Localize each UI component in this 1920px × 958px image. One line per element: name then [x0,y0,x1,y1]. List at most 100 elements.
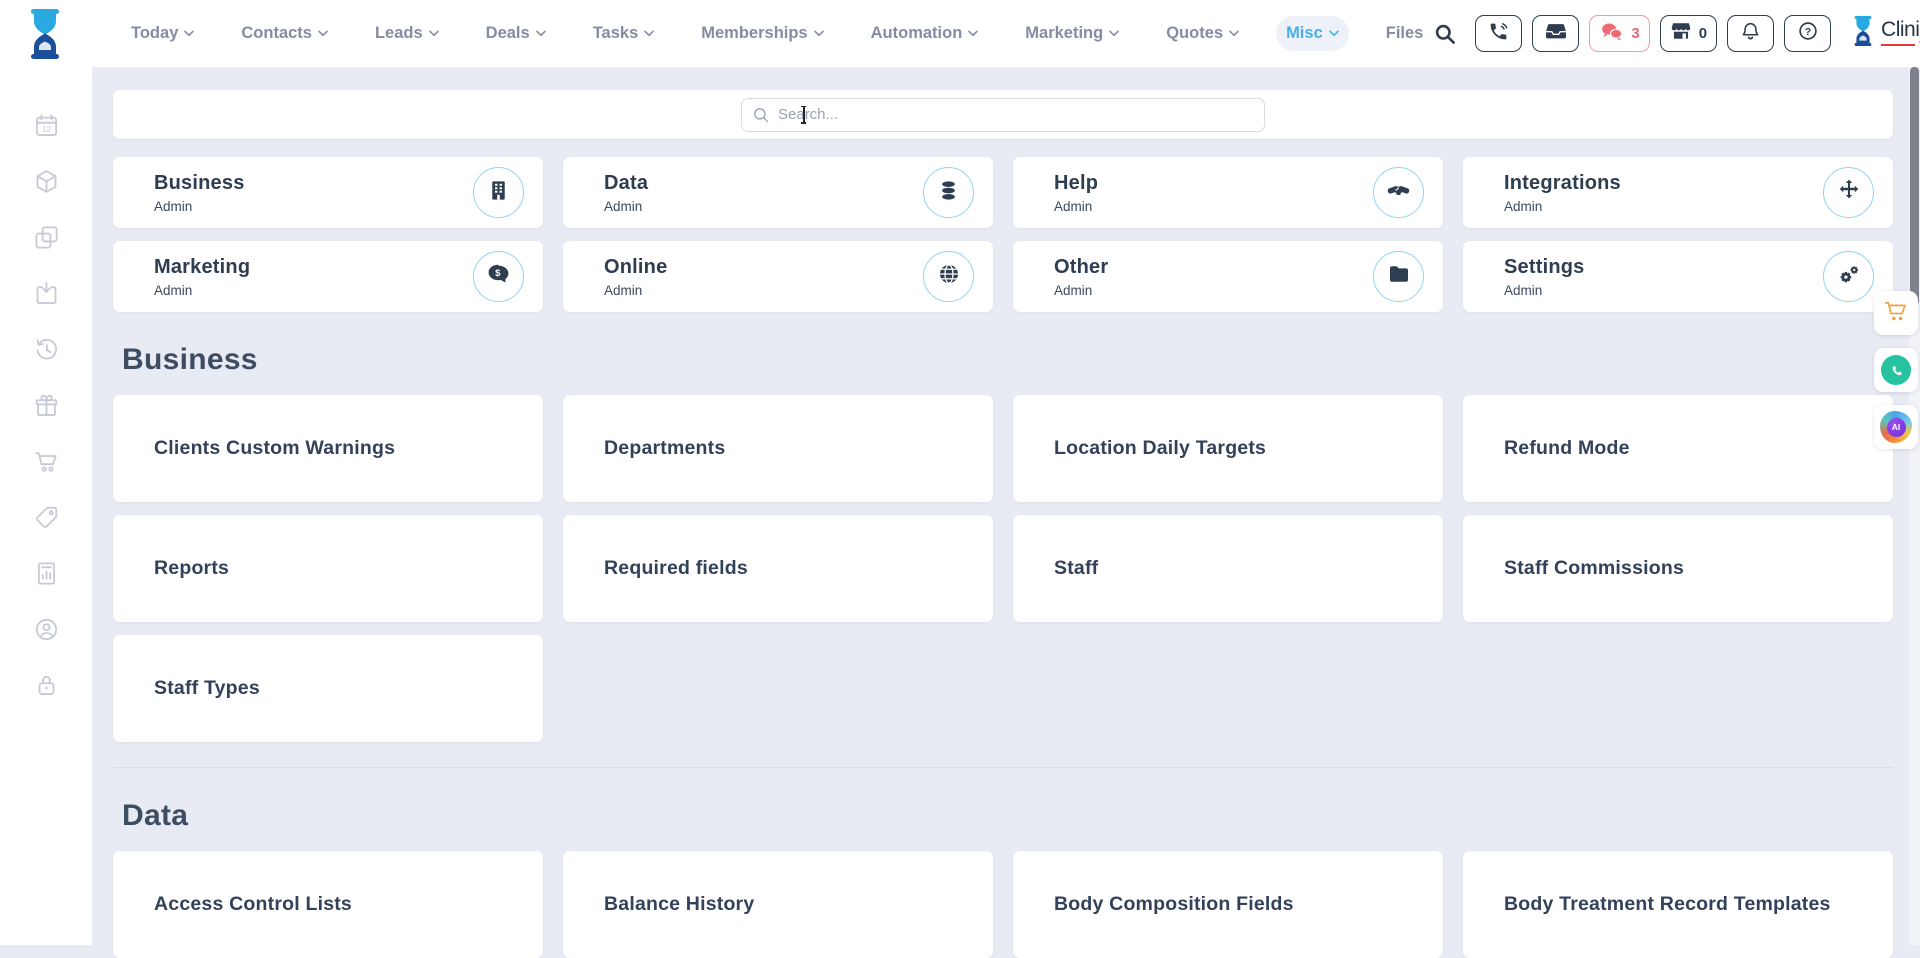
chevron-down-icon [644,30,654,37]
whatsapp-icon [1881,355,1911,385]
item-card-reports[interactable]: Reports [113,515,543,622]
item-card-body-composition-fields[interactable]: Body Composition Fields [1013,851,1443,958]
main-content: Business Admin Data Admin Help Admin Int… [92,67,1893,945]
nav-item-misc[interactable]: Misc [1276,16,1349,51]
item-card-staff-commissions[interactable]: Staff Commissions [1463,515,1893,622]
section-grid-data: Access Control ListsBalance HistoryBody … [113,851,1893,958]
category-title: Help [1054,172,1373,195]
clinicsoftware-logo-icon[interactable] [25,7,65,61]
item-card-required-fields[interactable]: Required fields [563,515,993,622]
shop-cart-widget[interactable] [1874,291,1918,335]
item-card-location-daily-targets[interactable]: Location Daily Targets [1013,395,1443,502]
left-sidebar: 12 [0,67,92,945]
inbox-button[interactable] [1532,15,1579,52]
nav-item-leads[interactable]: Leads [365,16,449,51]
item-card-refund-mode[interactable]: Refund Mode [1463,395,1893,502]
item-card-departments[interactable]: Departments [563,395,993,502]
item-card-staff-types[interactable]: Staff Types [113,635,543,742]
search-bar-card [113,90,1893,139]
top-header: Today Contacts Leads Deals Tasks Memberships A… [0,0,1920,67]
calendar-import-icon[interactable] [32,279,60,307]
search-icon[interactable] [1433,22,1457,46]
price-tag-icon[interactable] [32,503,60,531]
item-card-clients-custom-warnings[interactable]: Clients Custom Warnings [113,395,543,502]
svg-text:$: $ [495,268,501,279]
gift-icon[interactable] [32,391,60,419]
category-card-other[interactable]: Other Admin [1013,241,1443,312]
folder-icon [1387,262,1411,291]
cube-icon[interactable] [32,167,60,195]
category-title: Data [604,172,923,195]
ai-label: AI [1887,418,1906,437]
gears-icon [1836,262,1861,292]
brand-wordmark[interactable]: ClinicSoftware.com TEN STEPS AHEAD [1851,15,1920,52]
nav-item-deals[interactable]: Deals [476,16,556,51]
user-circle-icon[interactable] [32,615,60,643]
help-button[interactable]: ? [1784,15,1831,52]
ai-assistant-widget[interactable]: AI [1874,405,1918,449]
item-card-body-treatment-record-templates[interactable]: Body Treatment Record Templates [1463,851,1893,958]
nav-item-tasks[interactable]: Tasks [583,16,665,51]
item-card-balance-history[interactable]: Balance History [563,851,993,958]
lock-icon[interactable] [32,671,60,699]
store-button[interactable]: 0 [1660,15,1717,52]
category-card-settings[interactable]: Settings Admin [1463,241,1893,312]
category-subtitle: Admin [1504,199,1823,214]
chat-button[interactable]: 3 [1589,15,1649,52]
chat-bubbles-icon [1599,20,1624,47]
category-title: Integrations [1504,172,1823,195]
category-card-business[interactable]: Business Admin [113,157,543,228]
search-input-icon [752,106,770,129]
sections-container: BusinessClients Custom WarningsDepartmen… [113,343,1893,958]
category-subtitle: Admin [604,199,923,214]
item-card-staff[interactable]: Staff [1013,515,1443,622]
category-subtitle: Admin [604,283,923,298]
building-icon [487,179,510,207]
history-icon[interactable] [32,335,60,363]
hourglass-logo-icon [1851,15,1875,52]
nav-item-quotes[interactable]: Quotes [1156,16,1249,51]
scrollbar-thumb[interactable] [1910,67,1919,305]
item-card-access-control-lists[interactable]: Access Control Lists [113,851,543,958]
nav-item-today[interactable]: Today [121,16,204,51]
section-grid-business: Clients Custom WarningsDepartmentsLocati… [113,395,1893,742]
brand-tagline-bar [1881,44,1915,46]
category-title: Business [154,172,473,195]
clone-icon[interactable] [32,223,60,251]
category-grid: Business Admin Data Admin Help Admin Int… [113,157,1893,312]
phone-button[interactable] [1475,15,1522,52]
category-title: Settings [1504,256,1823,279]
nav-item-marketing[interactable]: Marketing [1015,16,1129,51]
report-icon[interactable] [32,559,60,587]
section-divider [113,767,1893,768]
chevron-down-icon [1229,30,1239,37]
category-subtitle: Admin [1054,283,1373,298]
svg-text:12: 12 [42,124,51,133]
cart-icon[interactable] [32,447,60,475]
category-subtitle: Admin [154,199,473,214]
calendar-12-icon[interactable]: 12 [32,111,60,139]
handshake-icon [1386,178,1411,208]
chevron-down-icon [429,30,439,37]
nav-item-memberships[interactable]: Memberships [691,16,833,51]
category-card-marketing[interactable]: Marketing Admin $ [113,241,543,312]
notifications-button[interactable] [1727,15,1774,52]
category-card-data[interactable]: Data Admin [563,157,993,228]
category-card-help[interactable]: Help Admin [1013,157,1443,228]
nav-item-contacts[interactable]: Contacts [231,16,338,51]
phone-volume-icon [1488,21,1509,47]
chevron-down-icon [184,30,194,37]
nav-item-files[interactable]: Files [1376,16,1434,51]
svg-text:?: ? [1804,26,1810,38]
nav-item-automation[interactable]: Automation [861,16,989,51]
search-input[interactable] [741,98,1265,132]
store-count-badge: 0 [1699,25,1707,42]
category-card-integrations[interactable]: Integrations Admin [1463,157,1893,228]
move-arrows-icon [1837,178,1861,207]
bell-icon [1740,21,1761,47]
category-title: Other [1054,256,1373,279]
category-title: Online [604,256,923,279]
category-card-online[interactable]: Online Admin [563,241,993,312]
whatsapp-widget[interactable] [1874,348,1918,392]
category-subtitle: Admin [154,283,473,298]
